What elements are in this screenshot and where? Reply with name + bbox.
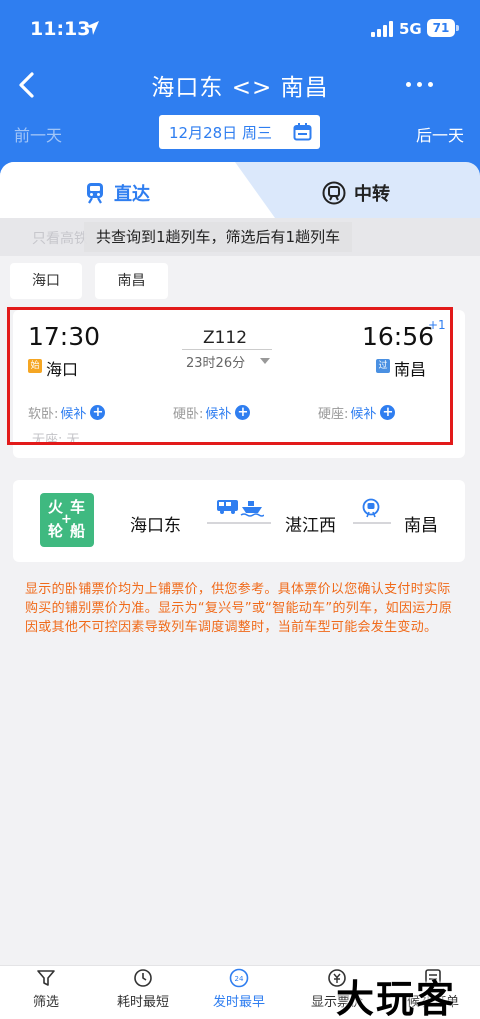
train-ship-icon: 火 车 + 轮 船 bbox=[40, 493, 94, 547]
route-line bbox=[207, 522, 271, 524]
calendar-icon bbox=[293, 123, 312, 141]
mode-char: 船 bbox=[70, 522, 86, 540]
watermark: 大玩客 bbox=[336, 976, 457, 1019]
clock-24-icon: 24 bbox=[229, 968, 249, 988]
next-day-button[interactable]: 后一天 bbox=[416, 122, 464, 146]
result-toast: 共查询到1趟列车，筛选后有1趟列车 bbox=[84, 222, 353, 252]
filter-label: 筛选 bbox=[32, 995, 59, 1010]
route-tabs: 直达 中转 bbox=[0, 162, 480, 218]
sort-earliest-button[interactable]: 24 发时最早 bbox=[204, 968, 274, 1010]
filter-icon bbox=[37, 970, 55, 986]
transfer-origin: 海口东 bbox=[130, 516, 181, 536]
train-icon bbox=[87, 183, 103, 204]
signal-icon bbox=[371, 21, 393, 37]
back-icon[interactable] bbox=[12, 68, 42, 102]
price-notice: 显示的卧铺票价均为上铺票价，供您参考。具体票价以您确认支付时实际购买的铺别票价为… bbox=[25, 582, 453, 635]
date-label: 12月28日 周三 bbox=[169, 123, 272, 142]
clock-badge: 24 bbox=[235, 975, 244, 983]
sort-shortest-button[interactable]: 耗时最短 bbox=[108, 968, 178, 1010]
high-speed-rail-icon bbox=[362, 498, 380, 518]
status-bar: 11:13 5G 71 bbox=[0, 0, 480, 58]
battery-icon: 71 bbox=[427, 19, 459, 37]
status-time: 11:13 bbox=[30, 18, 91, 40]
location-arrow-icon bbox=[85, 21, 99, 35]
ship-icon bbox=[240, 501, 264, 517]
transfer-destination: 南昌 bbox=[404, 516, 438, 536]
route-line bbox=[353, 522, 391, 524]
tab-transfer[interactable]: 中转 bbox=[322, 180, 390, 206]
tab-direct[interactable]: 直达 bbox=[84, 180, 150, 206]
more-icon[interactable] bbox=[404, 76, 436, 92]
to-station-chip[interactable]: 南昌 bbox=[95, 263, 168, 299]
mode-char: 车 bbox=[70, 498, 86, 516]
prev-day-button[interactable]: 前一天 bbox=[14, 122, 62, 146]
banner-hint: 只看高铁 bbox=[32, 231, 88, 247]
clock-icon bbox=[134, 969, 152, 987]
filter-button[interactable]: 筛选 bbox=[26, 968, 66, 1010]
tab-direct-label: 直达 bbox=[114, 184, 150, 205]
network-type: 5G bbox=[399, 20, 422, 38]
sort-shortest-label: 耗时最短 bbox=[116, 995, 169, 1010]
from-station-chip[interactable]: 海口 bbox=[10, 263, 82, 299]
mode-char: 轮 bbox=[48, 522, 64, 540]
highlight-box bbox=[7, 307, 453, 445]
tab-transfer-label: 中转 bbox=[354, 184, 390, 205]
page-title: 海口东 <> 南昌 bbox=[151, 75, 329, 101]
transfer-via: 湛江西 bbox=[285, 516, 336, 536]
transfer-train-icon bbox=[322, 181, 346, 205]
sort-earliest-label: 发时最早 bbox=[212, 995, 265, 1010]
bus-icon bbox=[217, 500, 238, 514]
date-picker[interactable]: 12月28日 周三 bbox=[159, 115, 320, 149]
